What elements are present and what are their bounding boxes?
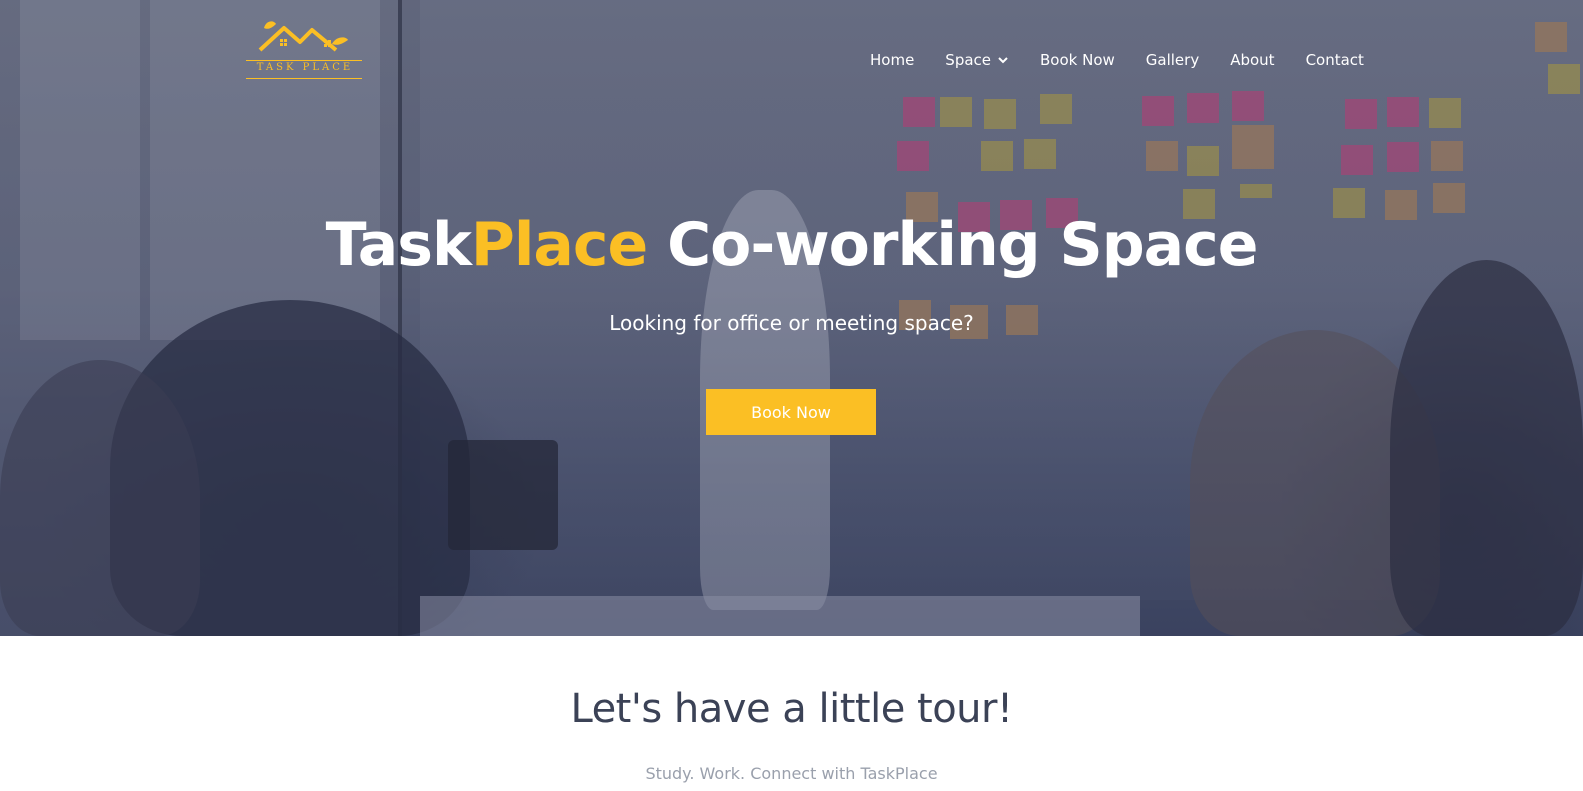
house-leaf-icon <box>258 21 348 52</box>
logo-text: TASK PLACE <box>256 62 354 73</box>
hero-title-part2: Co-working Space <box>647 210 1258 280</box>
nav-label: Contact <box>1305 51 1364 69</box>
nav-label: Gallery <box>1145 51 1200 69</box>
nav-about[interactable]: About <box>1230 49 1274 71</box>
hero-title-accent: Place <box>470 210 648 280</box>
nav-gallery[interactable]: Gallery <box>1146 49 1199 71</box>
nav-label: Home <box>870 51 915 69</box>
nav-space-dropdown[interactable]: Space <box>945 49 1009 71</box>
main-navigation: Home Space Book Now Gallery About Contac… <box>870 49 1364 71</box>
chevron-down-icon <box>998 57 1008 64</box>
hero-title: TaskPlace Co-working Space <box>0 210 1583 280</box>
logo-divider <box>246 78 362 79</box>
book-now-button[interactable]: Book Now <box>706 389 876 435</box>
logo-divider <box>246 60 362 61</box>
nav-home[interactable]: Home <box>870 49 914 71</box>
tour-subtitle: Study. Work. Connect with TaskPlace <box>645 764 938 783</box>
nav-label: About <box>1230 51 1275 69</box>
nav-label: Space <box>945 51 992 69</box>
nav-label: Book Now <box>1040 51 1115 69</box>
taskplace-logo[interactable]: TASK PLACE <box>246 18 364 82</box>
hero-title-part1: Task <box>325 210 472 280</box>
nav-contact[interactable]: Contact <box>1306 49 1364 71</box>
nav-book-now[interactable]: Book Now <box>1040 49 1115 71</box>
hero-subtitle: Looking for office or meeting space? <box>609 311 974 335</box>
tour-heading: Let's have a little tour! <box>570 686 1013 732</box>
hero-section: TASK PLACE Home Space Book Now Gallery A… <box>0 0 1583 636</box>
